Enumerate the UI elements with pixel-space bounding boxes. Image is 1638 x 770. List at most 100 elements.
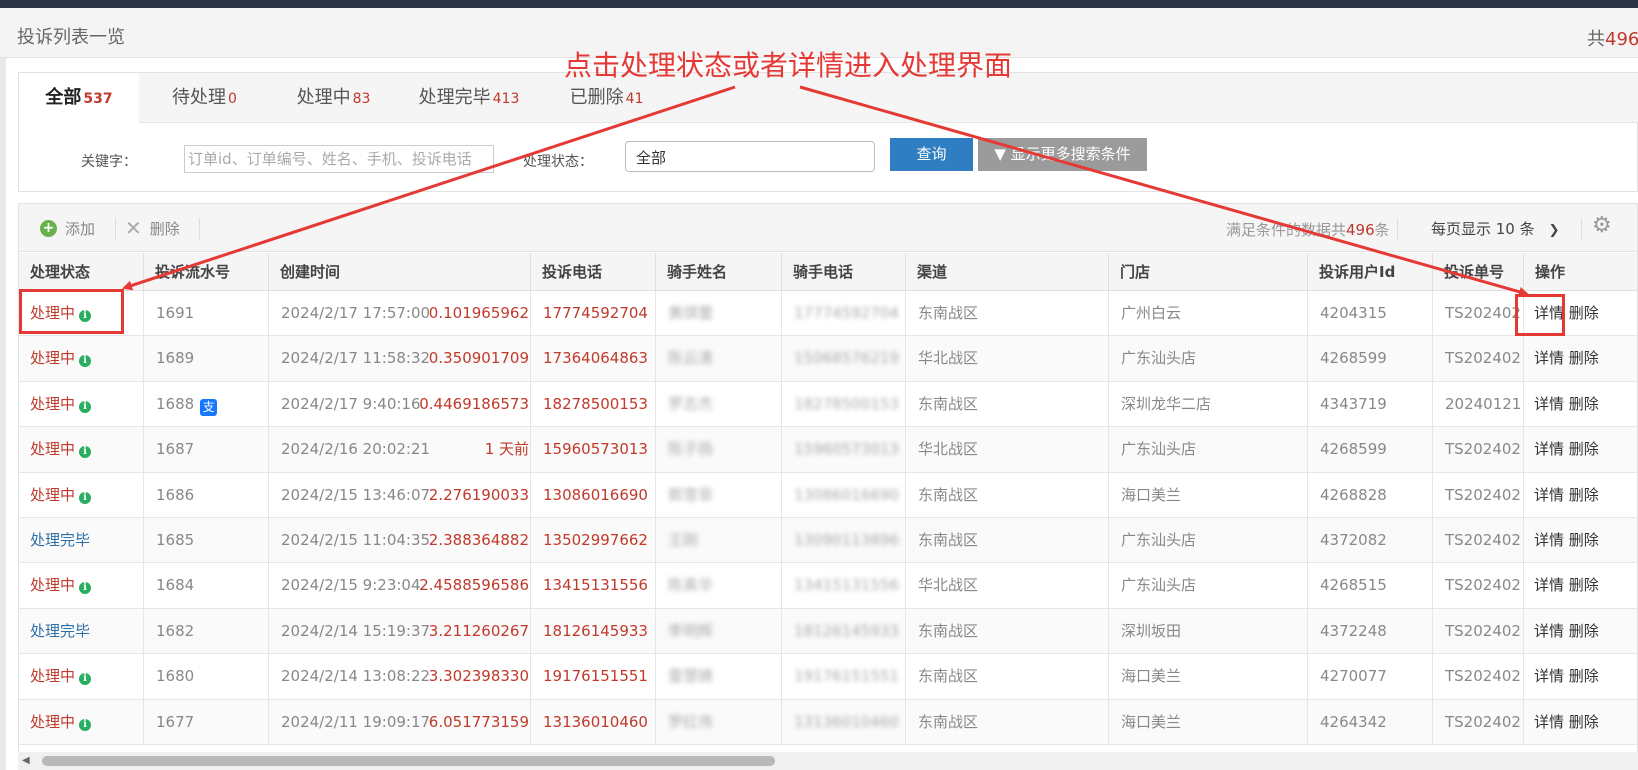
grid-panel: + 添加 ✕ 删除 满足条件的数据共496条 每页显示 10 条 ❯ ⚙ 处理状态 投诉… [18,203,1638,770]
created-cell: 2024/2/15 13:46:07 2.276190033 [269,472,531,518]
more-conditions-button[interactable]: ▼ 显示更多搜索条件 [978,138,1147,171]
detail-link[interactable]: 详情 [1534,486,1564,504]
delete-link[interactable]: 删除 [1569,622,1599,640]
info-icon[interactable]: i [79,446,92,459]
status-cell[interactable]: 处理中 i [19,381,144,427]
status-cell[interactable]: 处理中 i [19,472,144,518]
status-cell[interactable]: 处理中 i [19,654,144,700]
status-cell[interactable]: 处理中 i [19,563,144,609]
page-size-select[interactable]: 每页显示 10 条 ❯ [1431,218,1560,239]
delete-link[interactable]: 删除 [1569,349,1599,367]
status-cell[interactable]: 处理完毕 [19,608,144,654]
table-body: 处理中 i 1691 2024/2/17 17:57:00 0.101965962 177… [19,291,1637,745]
rider-name: 郭雪菲 [668,485,714,504]
gear-icon[interactable]: ⚙ [1592,213,1612,238]
delete-link[interactable]: 删除 [1569,667,1599,685]
status-cell[interactable]: 处理完毕 [19,517,144,563]
table-row: 处理中 i 1680 2024/2/14 13:08:22 3.302398330 191… [19,654,1637,700]
complaint-phone: 15960573013 [543,440,648,459]
query-button[interactable]: 查询 [890,138,973,171]
status-link[interactable]: 处理中 [30,349,75,367]
delete-link[interactable]: 删除 [1569,304,1599,322]
info-icon[interactable]: i [79,582,92,595]
delete-link[interactable]: 删除 [1569,395,1599,413]
serial-number: 1691 [156,304,195,322]
detail-link[interactable]: 详情 [1534,622,1564,640]
tab-label: 全部 [45,87,82,108]
tab-label: 处理完毕 [418,87,491,108]
status-link[interactable]: 处理中 [30,667,75,685]
serial-cell: 1682 [144,608,269,654]
info-icon[interactable]: i [79,400,92,413]
created-time: 2024/2/15 13:46:07 [281,485,431,504]
created-time: 2024/2/15 9:23:04 [281,576,421,595]
actions-cell: 详情 删除 [1524,518,1637,563]
serial-number: 1677 [156,712,195,731]
rider-name: 陈子扬 [668,440,714,459]
status-select[interactable]: 全部 [625,141,875,172]
column-header-rider-phone[interactable]: 骑手电话 [782,253,906,291]
delete-link[interactable]: 删除 [1569,713,1599,731]
tab-all[interactable]: 全部 537 [19,73,139,124]
column-header-order-no[interactable]: 投诉单号 [1433,253,1524,291]
store: 海口美兰 [1121,485,1182,504]
plus-icon: + [40,220,57,237]
status-link[interactable]: 处理中 [30,440,75,458]
rider-phone: 19176151551 [794,667,899,686]
status-link[interactable]: 处理中 [30,713,75,731]
info-icon[interactable]: i [79,718,92,731]
user-id: 4204315 [1320,304,1387,322]
status-cell[interactable]: 处理中 i [19,336,144,382]
detail-link[interactable]: 详情 [1534,667,1564,685]
tab-processing[interactable]: 处理中 83 [271,73,396,123]
channel-cell: 华北战区 [906,336,1109,382]
delete-link[interactable]: 删除 [1569,576,1599,594]
user-id-cell: 4264342 [1308,699,1433,745]
keyword-input[interactable] [184,145,494,173]
column-header-rider-name[interactable]: 骑手姓名 [656,253,782,291]
column-header-channel[interactable]: 渠道 [906,253,1109,291]
status-link[interactable]: 处理中 [30,576,75,594]
table-row: 处理中 i 1688 支 2024/2/17 9:40:16 0.4469186573 18… [19,381,1637,428]
info-icon[interactable]: i [79,491,92,504]
column-header-status[interactable]: 处理状态 [19,253,144,291]
detail-link[interactable]: 详情 [1534,713,1564,731]
rider-phone-cell: 18126145933 [782,608,906,654]
column-header-phone[interactable]: 投诉电话 [531,253,656,291]
detail-link[interactable]: 详情 [1534,349,1564,367]
tab-pending[interactable]: 待处理 0 [142,73,267,123]
column-header-created[interactable]: 创建时间 [269,253,531,291]
delete-link[interactable]: 删除 [1569,486,1599,504]
delete-link[interactable]: 删除 [1569,440,1599,458]
complaint-phone: 19176151551 [543,667,648,686]
rider-name-cell: 王刚 [656,517,782,563]
status-cell[interactable]: 处理中 i [19,699,144,745]
status-cell[interactable]: 处理中 i [19,427,144,473]
info-icon[interactable]: i [79,355,92,368]
rider-name: 李明辉 [668,621,714,640]
status-link[interactable]: 处理完毕 [30,622,90,640]
scroll-left-icon[interactable]: ◀ [22,755,30,766]
detail-link[interactable]: 详情 [1534,576,1564,594]
info-icon[interactable]: i [79,673,92,686]
column-header-store[interactable]: 门店 [1109,253,1308,291]
column-header-serial[interactable]: 投诉流水号 [144,253,269,291]
status-link[interactable]: 处理中 [30,395,75,413]
status-link[interactable]: 处理中 [30,486,75,504]
scrollbar-thumb[interactable] [42,756,775,766]
delete-button[interactable]: ✕ 删除 [125,218,180,239]
status-link[interactable]: 处理完毕 [30,531,90,549]
detail-link[interactable]: 详情 [1534,395,1564,413]
detail-link[interactable]: 详情 [1534,531,1564,549]
delete-link[interactable]: 删除 [1569,531,1599,549]
column-header-user-id[interactable]: 投诉用户Id [1308,253,1433,291]
detail-link[interactable]: 详情 [1534,440,1564,458]
horizontal-scrollbar[interactable]: ◀ [18,752,1638,770]
user-id-cell: 4372082 [1308,517,1433,563]
column-header-actions[interactable]: 操作 [1524,253,1637,291]
tab-done[interactable]: 处理完毕 413 [399,73,539,123]
alipay-icon: 支 [200,398,218,416]
keyword-label: 关键字： [81,154,137,170]
user-id: 4343719 [1320,394,1387,413]
add-button[interactable]: + 添加 [40,218,95,239]
